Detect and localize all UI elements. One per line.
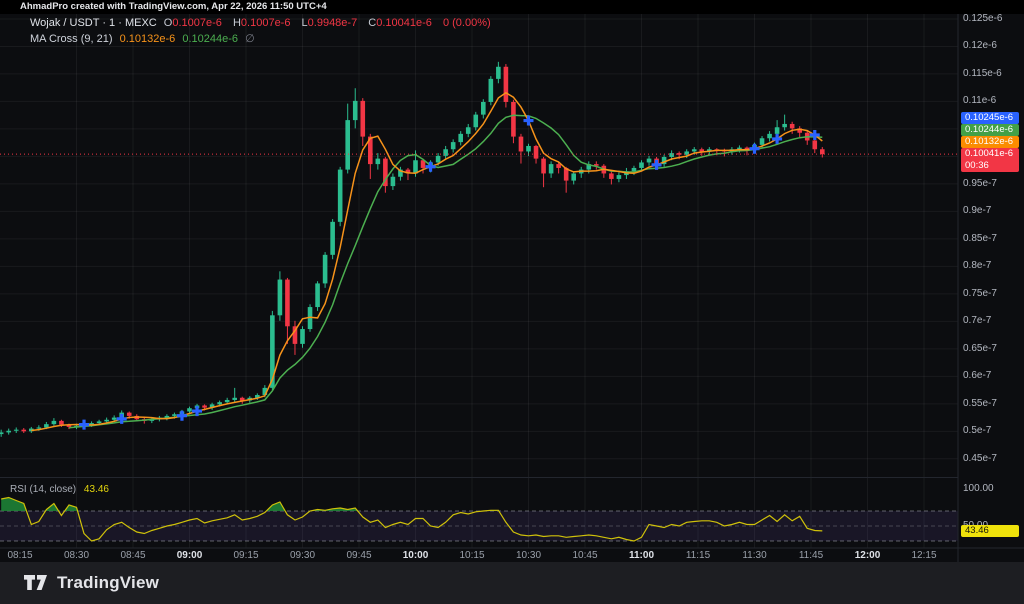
price-axis[interactable]: 0.125e-6 0.12e-6 0.115e-6 0.11e-6 0.95e-7 0.9… [958, 14, 1024, 562]
time-axis-label: 11:15 [678, 550, 718, 561]
indicator-price-tag: 0.10132e-6 [961, 136, 1019, 148]
price-axis-label: 0.8e-7 [963, 260, 991, 271]
time-axis-label: 12:00 [848, 550, 888, 561]
ma-cross-null-icon[interactable]: ∅ [245, 33, 255, 45]
indicator-price-tag: 0.10244e-6 [961, 124, 1019, 136]
price-axis-label: 0.85e-7 [963, 233, 997, 244]
ma-cross-legend: MA Cross (9, 21) 0.10132e-6 0.10244e-6 ∅ [30, 32, 259, 45]
time-axis-label: 11:30 [735, 550, 775, 561]
time-axis-label: 11:45 [791, 550, 831, 561]
grid [0, 14, 958, 548]
ma-cross-markers [79, 116, 820, 430]
rsi-value-tag: 43.46 [961, 525, 1019, 537]
price-axis-label: 0.125e-6 [963, 13, 1002, 24]
price-axis-label: 0.11e-6 [963, 95, 996, 106]
ma-slow-line [69, 115, 822, 427]
price-axis-label: 0.7e-7 [963, 315, 991, 326]
price-axis-label: 0.45e-7 [963, 453, 997, 464]
time-axis-label: 08:45 [113, 550, 153, 561]
rsi-axis-label: 100.00 [963, 483, 994, 494]
price-axis-label: 0.9e-7 [963, 205, 991, 216]
symbol-title[interactable]: Wojak / USDT · 1 · MEXC [30, 17, 157, 29]
ma-slow-value: 0.10244e-6 [182, 33, 238, 45]
rsi-title[interactable]: RSI (14, close) [10, 484, 76, 495]
indicator-price-tag: 0.10245e-6 [961, 112, 1019, 124]
bar-countdown: 00:36 [965, 160, 1019, 172]
time-axis[interactable]: 08:15 08:30 08:45 09:00 09:15 09:30 09:45 10:00… [0, 548, 958, 562]
ohlc-high: H0.1007e-6 [233, 17, 295, 29]
price-axis-label: 0.5e-7 [963, 425, 991, 436]
price-axis-label: 0.95e-7 [963, 178, 997, 189]
price-axis-label: 0.75e-7 [963, 288, 997, 299]
ma-fast-line [31, 93, 822, 431]
tradingview-snapshot: AhmadPro created with TradingView.com, A… [0, 0, 1024, 604]
ohlc-close: C0.10041e-6 [368, 17, 436, 29]
candles [0, 62, 825, 437]
ohlc-open: O0.1007e-6 [164, 17, 226, 29]
last-price-tag: 0.10041e-600:36 [961, 148, 1019, 172]
ma-cross-title[interactable]: MA Cross (9, 21) [30, 33, 113, 45]
time-axis-label: 10:15 [452, 550, 492, 561]
time-axis-label: 10:45 [565, 550, 605, 561]
tradingview-logo[interactable] [24, 575, 48, 591]
footer-bar: TradingView [0, 562, 1024, 604]
price-axis-label: 0.55e-7 [963, 398, 997, 409]
time-axis-label: 09:15 [226, 550, 266, 561]
time-axis-label: 08:15 [0, 550, 40, 561]
price-axis-label: 0.115e-6 [963, 68, 1002, 79]
time-axis-label: 10:30 [509, 550, 549, 561]
price-axis-label: 0.65e-7 [963, 343, 997, 354]
time-axis-label: 09:30 [283, 550, 323, 561]
ohlc-low: L0.9948e-7 [302, 17, 362, 29]
price-axis-label: 0.6e-7 [963, 370, 991, 381]
rsi-legend: RSI (14, close) 43.46 [10, 484, 109, 495]
time-axis-label: 09:45 [339, 550, 379, 561]
time-axis-label: 08:30 [57, 550, 97, 561]
price-axis-label: 0.12e-6 [963, 40, 997, 51]
symbol-legend: Wojak / USDT · 1 · MEXC O0.1007e-6 H0.10… [30, 17, 495, 29]
time-axis-label: 11:00 [622, 550, 662, 561]
tradingview-wordmark[interactable]: TradingView [57, 573, 159, 593]
time-axis-label: 12:15 [904, 550, 944, 561]
change-value: 0 (0.00%) [443, 17, 491, 29]
time-axis-label: 09:00 [170, 550, 210, 561]
ma-fast-value: 0.10132e-6 [120, 33, 176, 45]
time-axis-label: 10:00 [396, 550, 436, 561]
rsi-value: 43.46 [84, 484, 109, 495]
chart-canvas[interactable] [0, 0, 1024, 604]
